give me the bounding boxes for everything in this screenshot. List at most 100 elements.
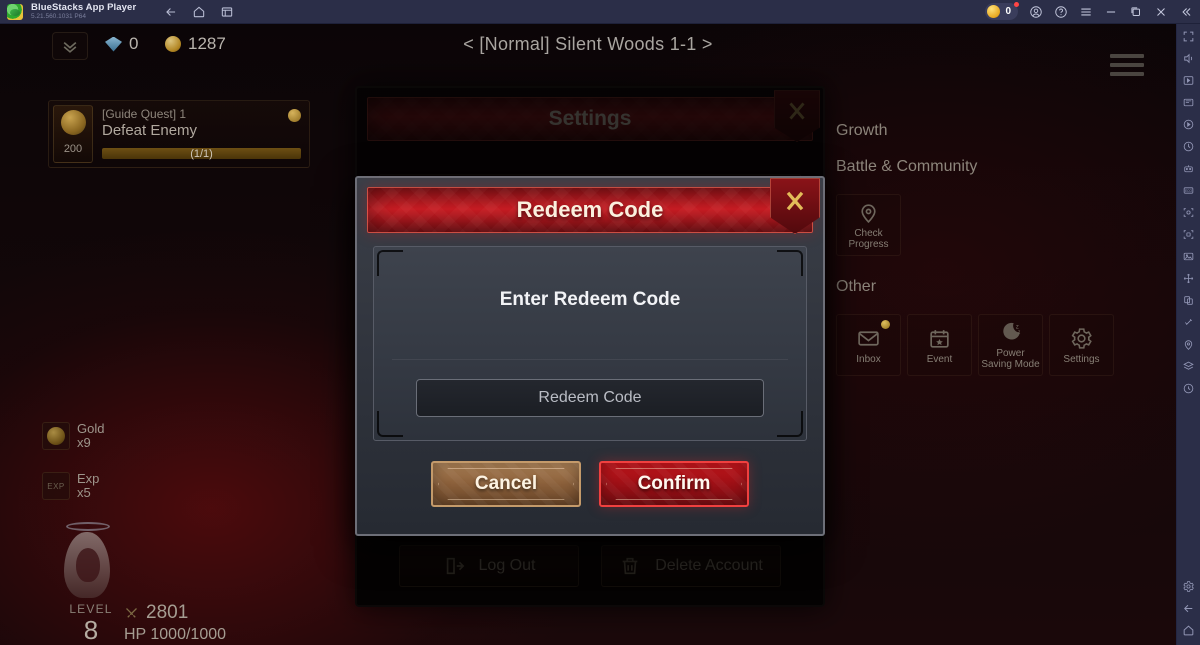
- redeem-close-button[interactable]: [770, 178, 820, 234]
- menu-item-settings[interactable]: Settings: [1049, 314, 1114, 376]
- macro-icon[interactable]: [1182, 162, 1195, 175]
- avatar-face: [76, 548, 100, 582]
- location-icon[interactable]: [1182, 338, 1195, 351]
- back-icon[interactable]: [164, 5, 178, 19]
- minimize-icon[interactable]: [1104, 5, 1118, 19]
- game-menu-toggle-icon[interactable]: [1110, 54, 1144, 76]
- close-x-icon: [789, 102, 805, 120]
- copy-icon[interactable]: [1182, 294, 1195, 307]
- game-side-menu: Growth Battle & Community Check Progress …: [836, 122, 1146, 398]
- delete-account-button[interactable]: Delete Account: [601, 545, 781, 587]
- redeem-dialog-banner: Redeem Code: [367, 178, 820, 234]
- bluestacks-points-pill[interactable]: 0: [985, 2, 1019, 20]
- gold-boost-icon: [42, 422, 70, 450]
- menu-section-growth: Growth: [836, 122, 888, 139]
- menu-item-check-progress[interactable]: Check Progress: [836, 194, 901, 256]
- redeem-heading: Enter Redeem Code: [499, 289, 681, 310]
- inbox-envelope-icon: [858, 330, 879, 346]
- back-arrow-icon[interactable]: [1182, 602, 1195, 615]
- gold-boost-row[interactable]: Gold x9: [42, 422, 104, 450]
- menu-item-power-saving-mode[interactable]: zz Power Saving Mode: [978, 314, 1043, 376]
- confirm-label: Confirm: [637, 473, 711, 494]
- svg-text:ECO: ECO: [1185, 189, 1193, 193]
- shake-icon[interactable]: [1182, 316, 1195, 329]
- player-avatar[interactable]: [52, 522, 124, 600]
- exp-boost-icon: EXP: [42, 472, 70, 500]
- quest-reward-amount: 200: [63, 143, 83, 155]
- points-notification-badge: [1014, 2, 1019, 7]
- ornament-corner-icon: [777, 411, 803, 437]
- points-value: 0: [1005, 6, 1011, 17]
- bluestacks-titlebar: BlueStacks App Player 5.21.560.1031 P64 …: [0, 0, 1200, 24]
- media-player-icon[interactable]: [1182, 118, 1195, 131]
- help-icon[interactable]: [1054, 5, 1068, 19]
- menu-item-label: Settings: [1063, 353, 1100, 365]
- volume-icon[interactable]: [1182, 52, 1195, 65]
- menu-item-label: Event: [926, 353, 953, 365]
- menu-item-inbox[interactable]: Inbox: [836, 314, 901, 376]
- player-level: LEVEL 8: [48, 602, 134, 644]
- menu-item-label: Power Saving Mode: [981, 348, 1040, 370]
- close-icon[interactable]: [1154, 5, 1168, 19]
- screenshot-icon[interactable]: [1182, 206, 1195, 219]
- gallery-icon[interactable]: [1182, 250, 1195, 263]
- settings-close-button[interactable]: [774, 90, 820, 142]
- collapse-icon[interactable]: [1179, 5, 1193, 19]
- home-button-icon[interactable]: [1182, 624, 1195, 637]
- layers-icon[interactable]: [1182, 360, 1195, 373]
- settings-gear-icon[interactable]: [1182, 580, 1195, 593]
- menu-icon[interactable]: [1079, 5, 1093, 19]
- delete-account-label: Delete Account: [655, 557, 763, 574]
- menu-item-label: Check Progress: [848, 228, 889, 250]
- redeem-dialog-actions: Cancel Confirm: [357, 461, 823, 507]
- inbox-badge-icon: [881, 320, 890, 329]
- hp-value: HP 1000/1000: [124, 626, 227, 643]
- menu-item-event[interactable]: Event: [907, 314, 972, 376]
- window-titles: BlueStacks App Player 5.21.560.1031 P64: [31, 1, 137, 21]
- screen-record-icon[interactable]: [1182, 228, 1195, 241]
- location-pin-icon: [861, 204, 876, 224]
- cancel-label: Cancel: [474, 473, 538, 494]
- app-title: BlueStacks App Player: [31, 1, 137, 13]
- quest-name: Defeat Enemy: [102, 122, 198, 139]
- quest-kicker: [Guide Quest] 1: [102, 107, 187, 121]
- redeem-dialog-title: Redeem Code: [516, 197, 664, 222]
- quest-body: [Guide Quest] 1 Defeat Enemy (1/1): [93, 105, 305, 163]
- quest-reward-coin-icon: [60, 110, 86, 135]
- redeem-code-input[interactable]: Redeem Code: [416, 379, 764, 417]
- account-icon[interactable]: [1029, 5, 1043, 19]
- quest-progress-bar: (1/1): [102, 147, 301, 160]
- menu-item-label: Inbox: [856, 353, 881, 365]
- menu-section-other: Other: [836, 278, 877, 295]
- keyboard-controls-icon[interactable]: [1182, 74, 1195, 87]
- eco-mode-icon[interactable]: ECO: [1182, 184, 1195, 197]
- maximize-icon[interactable]: [1129, 5, 1143, 19]
- ornament-corner-icon: [777, 250, 803, 276]
- menu-section-battle: Battle & Community: [836, 158, 978, 175]
- redeem-code-placeholder: Redeem Code: [538, 389, 642, 406]
- level-label: LEVEL: [69, 602, 113, 616]
- home-icon[interactable]: [192, 5, 206, 19]
- redeem-code-dialog: Redeem Code Enter Redeem Code Redeem Cod…: [355, 176, 825, 536]
- confirm-button[interactable]: Confirm: [599, 461, 749, 507]
- exp-boost-label: Exp x5: [77, 471, 100, 500]
- bluestacks-sidebar: ECO: [1176, 24, 1200, 645]
- player-stats: 2801 HP 1000/1000: [124, 602, 226, 644]
- multi-window-icon[interactable]: [220, 5, 234, 19]
- app-version: 5.21.560.1031 P64: [31, 13, 86, 20]
- log-out-button[interactable]: Log Out: [399, 545, 579, 587]
- multi-instance-icon[interactable]: [1182, 96, 1195, 109]
- quest-progress-text: (1/1): [190, 147, 213, 160]
- settings-dialog-title: Settings: [548, 107, 632, 130]
- stage-title[interactable]: < [Normal] Silent Woods 1-1 >: [0, 34, 1176, 55]
- rotate-icon[interactable]: [1182, 140, 1195, 153]
- guide-quest-card[interactable]: 200 [Guide Quest] 1 Defeat Enemy (1/1): [48, 100, 310, 168]
- cancel-button[interactable]: Cancel: [431, 461, 581, 507]
- clock-icon[interactable]: [1182, 382, 1195, 395]
- battle-items-row: Check Progress: [836, 194, 1146, 256]
- power-value: 2801: [146, 602, 189, 623]
- points-coin-icon: [987, 5, 1001, 18]
- move-icon[interactable]: [1182, 272, 1195, 285]
- exp-boost-row[interactable]: EXP Exp x5: [42, 472, 99, 500]
- fullscreen-icon[interactable]: [1182, 30, 1195, 43]
